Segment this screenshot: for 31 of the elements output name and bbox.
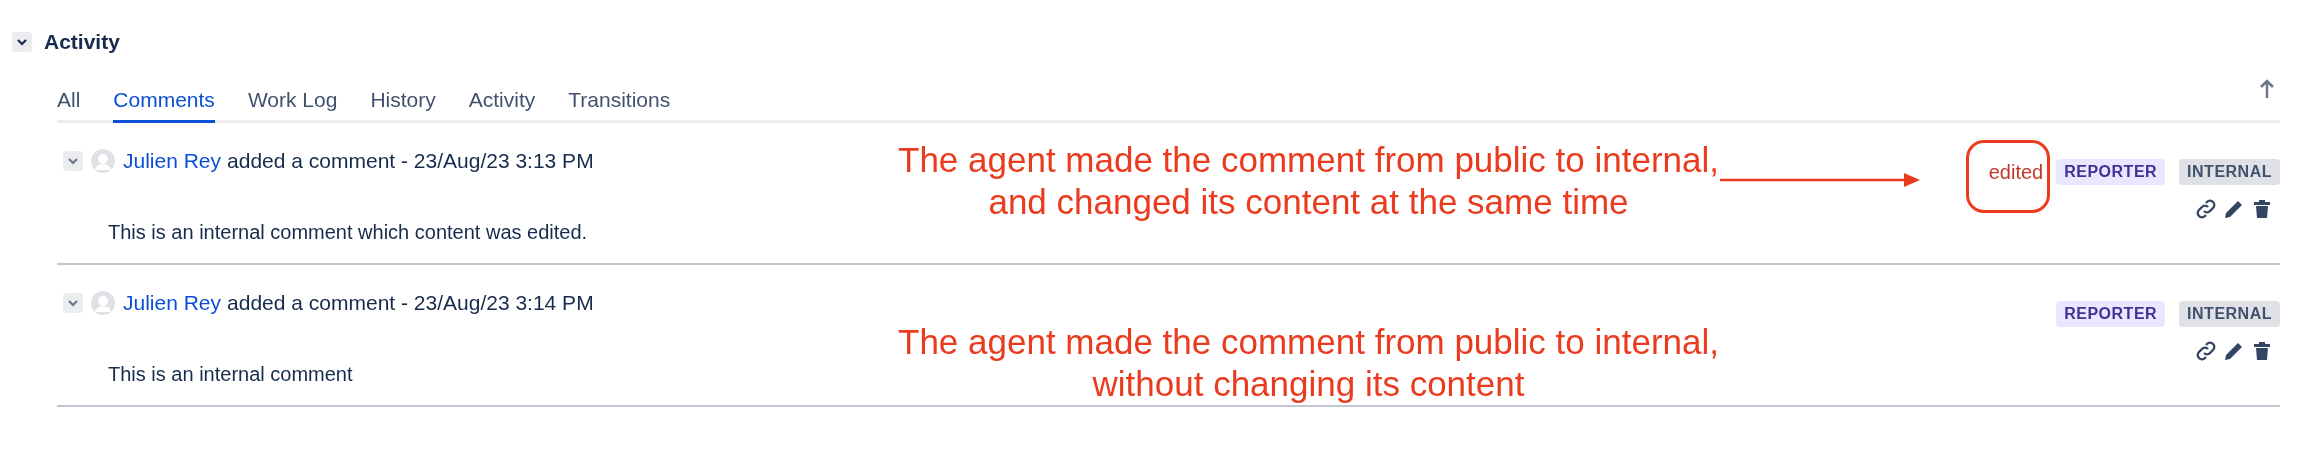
role-badge: INTERNAL <box>2179 159 2280 185</box>
tab[interactable]: History <box>370 88 436 123</box>
comment-toggle[interactable] <box>63 293 83 313</box>
author-link[interactable]: Julien Rey <box>123 291 222 315</box>
comment-meta: added a comment - 23/Aug/23 3:13 PM <box>227 149 594 173</box>
comment-text: This is an internal comment <box>108 363 354 386</box>
author-link[interactable]: Julien Rey <box>123 149 222 173</box>
role-badge: REPORTER <box>2056 159 2166 185</box>
comment-toggle[interactable] <box>63 151 83 171</box>
annotation-text: The agent made the comment from public to internal, without changing its content <box>898 321 1719 405</box>
role-badge: REPORTER <box>2056 301 2166 327</box>
tab[interactable]: Work Log <box>247 88 338 123</box>
chevron-icon <box>16 36 28 48</box>
up-arrow-icon <box>2260 79 2274 99</box>
avatar-icon <box>91 149 115 173</box>
edited-label: edited <box>1965 139 2051 213</box>
avatar-icon <box>91 291 115 315</box>
link-icon[interactable] <box>2194 339 2218 363</box>
collapse-toggle[interactable] <box>12 32 32 52</box>
section-title: Activity <box>44 30 120 54</box>
link-icon[interactable] <box>2194 197 2218 221</box>
tab[interactable]: Comments <box>113 88 215 123</box>
chevron-icon <box>67 297 79 309</box>
tab[interactable]: Activity <box>468 88 536 123</box>
annotation-text: The agent made the comment from public to internal, and changed its content at the same time <box>898 139 1719 223</box>
comment-text: This is an internal comment which content was edited. <box>108 221 589 244</box>
tab[interactable]: All <box>57 88 81 123</box>
comment-meta: added a comment - 23/Aug/23 3:14 PM <box>227 291 594 315</box>
tab[interactable]: Transitions <box>568 88 671 123</box>
chevron-icon <box>67 155 79 167</box>
role-badge: INTERNAL <box>2179 301 2280 327</box>
